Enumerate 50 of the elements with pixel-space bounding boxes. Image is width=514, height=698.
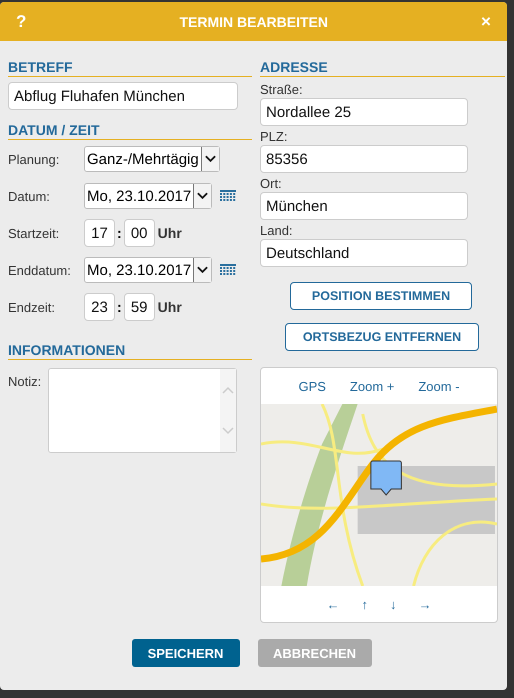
field-label: Planung:: [8, 152, 60, 166]
subject-field[interactable]: Abflug Fluhafen München: [8, 82, 238, 110]
field-label: PLZ:: [260, 129, 288, 144]
hour-field[interactable]: 23: [84, 293, 115, 321]
outline-button[interactable]: POSITION BESTIMMEN: [290, 282, 472, 310]
section-heading: BETREFF: [8, 59, 252, 77]
save-button[interactable]: SPEICHERN: [132, 639, 240, 667]
field-label: Endzeit:: [8, 300, 56, 314]
chevron-down-icon: [193, 184, 212, 208]
field-label: Land:: [260, 223, 293, 238]
scroll-down-icon[interactable]: [222, 427, 234, 436]
scroll-up-icon[interactable]: [222, 386, 234, 394]
address-field[interactable]: München: [260, 192, 468, 220]
minute-field[interactable]: 00: [124, 219, 155, 247]
calendar-icon[interactable]: [220, 264, 236, 276]
dropdown-field[interactable]: Mo, 23.10.2017: [84, 257, 212, 283]
dropdown-field[interactable]: Mo, 23.10.2017: [84, 183, 212, 209]
unit-label: Uhr: [158, 225, 182, 241]
map-pan-link[interactable]: ←: [326, 596, 340, 612]
minute-field[interactable]: 59: [124, 293, 155, 321]
dropdown-field[interactable]: Ganz-/Mehrtägig: [84, 146, 220, 172]
map-pan-link[interactable]: ↑: [362, 596, 368, 612]
map-pan-link[interactable]: →: [418, 596, 432, 612]
address-field[interactable]: Deutschland: [260, 239, 468, 267]
field-label: Datum:: [8, 188, 51, 204]
scrollbar[interactable]: [220, 369, 236, 452]
address-field[interactable]: Nordallee 25: [260, 98, 468, 126]
outline-button[interactable]: ORTSBEZUG ENTFERNEN: [285, 323, 479, 351]
map-tool-link[interactable]: Zoom +: [350, 378, 394, 394]
address-field[interactable]: 85356: [260, 145, 468, 173]
field-label: Startzeit:: [8, 226, 60, 240]
note-field[interactable]: [48, 368, 237, 453]
map-tool-link[interactable]: Zoom -: [418, 378, 460, 394]
field-label: Notiz:: [8, 374, 42, 389]
time-separator: :: [117, 225, 122, 241]
field-label: Straße:: [260, 82, 303, 97]
field-label: Ort:: [260, 176, 282, 191]
field-label: Enddatum:: [8, 262, 72, 278]
time-separator: :: [117, 299, 122, 315]
unit-label: Uhr: [158, 299, 182, 315]
map-tool-link[interactable]: GPS: [298, 378, 326, 394]
chevron-down-icon: [193, 258, 212, 282]
chevron-down-icon: [200, 147, 219, 171]
map-pan-link[interactable]: ↓: [390, 596, 396, 612]
section-heading: DATUM / ZEIT: [8, 122, 252, 140]
hour-field[interactable]: 17: [84, 219, 115, 247]
section-heading: ADRESSE: [260, 59, 505, 77]
section-heading: INFORMATIONEN: [8, 342, 252, 360]
window-title: TERMIN BEARBEITEN: [179, 14, 328, 30]
calendar-icon[interactable]: [220, 190, 236, 202]
